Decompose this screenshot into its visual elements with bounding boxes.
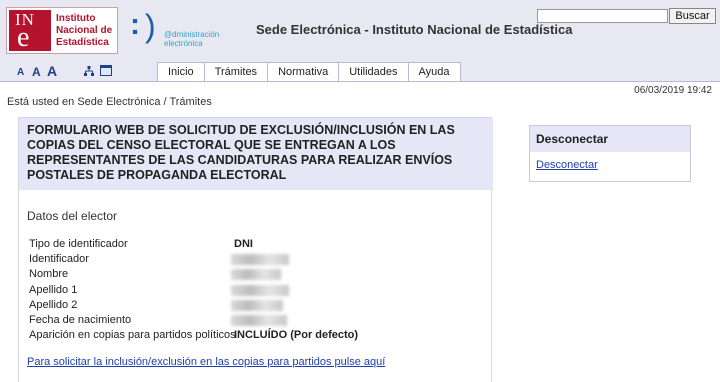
- font-size-small-button[interactable]: A: [17, 67, 24, 78]
- site-title: Sede Electrónica - Instituto Nacional de…: [256, 22, 573, 37]
- tab-normativa[interactable]: Normativa: [267, 62, 339, 82]
- tab-ayuda[interactable]: Ayuda: [407, 62, 461, 82]
- field-label-apellido-1: Apellido 1: [29, 284, 78, 296]
- field-label-nombre: Nombre: [29, 268, 69, 280]
- admin-logo-line: @dministración: [164, 30, 220, 39]
- timestamp: 06/03/2019 19:42: [634, 85, 712, 96]
- redacted-value: [231, 285, 289, 296]
- ine-logo-word: Estadística: [56, 37, 109, 48]
- redacted-value: [231, 269, 281, 280]
- window-icon[interactable]: [100, 65, 112, 76]
- ine-logo[interactable]: IN e Instituto Nacional de Estadística: [6, 7, 118, 54]
- breadcrumb: Está usted en Sede Electrónica / Trámite…: [7, 96, 212, 108]
- side-panel: Desconectar Desconectar: [529, 125, 691, 182]
- tab-inicio[interactable]: Inicio: [157, 62, 204, 82]
- logout-link[interactable]: Desconectar: [536, 159, 598, 171]
- ine-logo-mark: IN e: [9, 10, 51, 53]
- ine-logo-word: Instituto: [56, 13, 96, 24]
- redacted-value: [231, 315, 287, 326]
- field-label-identificador: Identificador: [29, 253, 89, 265]
- tab-tramites[interactable]: Trámites: [203, 62, 268, 82]
- field-label-aparicion-copias: Aparición en copias para partidos políti…: [29, 329, 236, 341]
- tab-utilidades[interactable]: Utilidades: [338, 62, 408, 82]
- inclusion-exclusion-link[interactable]: Para solicitar la inclusión/exclusión en…: [27, 356, 385, 368]
- field-value-tipo-identificador: DNI: [234, 238, 253, 250]
- redacted-value: [231, 300, 283, 311]
- sitemap-icon[interactable]: [84, 66, 94, 76]
- field-value-aparicion-copias: INCLUÍDO (Por defecto): [234, 329, 359, 341]
- section-title: Datos del elector: [27, 209, 118, 223]
- search-input[interactable]: [537, 9, 668, 23]
- field-label-fecha-nacimiento: Fecha de nacimiento: [29, 314, 132, 326]
- font-size-large-button[interactable]: A: [47, 63, 57, 79]
- ine-logo-word: Nacional de: [56, 25, 113, 36]
- admin-logo-colon: :: [130, 8, 140, 41]
- ine-logo-words: Instituto Nacional de Estadística: [56, 13, 112, 49]
- field-label-tipo-identificador: Tipo de identificador: [29, 238, 128, 250]
- form-title: FORMULARIO WEB DE SOLICITUD DE EXCLUSIÓN…: [19, 118, 493, 190]
- form-panel: FORMULARIO WEB DE SOLICITUD DE EXCLUSIÓN…: [18, 117, 493, 382]
- administracion-electronica-logo[interactable]: : ) @dministración electrónica: [126, 8, 226, 52]
- ine-logo-mark-bottom: e: [17, 22, 30, 53]
- admin-logo-paren: ): [145, 8, 156, 44]
- side-panel-title: Desconectar: [530, 126, 690, 152]
- redacted-value: [231, 254, 289, 265]
- search-button[interactable]: Buscar: [669, 8, 716, 24]
- admin-logo-line: electrónica: [164, 39, 203, 48]
- field-label-apellido-2: Apellido 2: [29, 299, 78, 311]
- admin-logo-text: @dministración electrónica: [164, 30, 219, 48]
- site-header: IN e Instituto Nacional de Estadística :…: [0, 0, 720, 60]
- font-size-medium-button[interactable]: A: [32, 65, 41, 79]
- main-nav: Inicio Trámites Normativa Utilidades Ayu…: [157, 62, 461, 82]
